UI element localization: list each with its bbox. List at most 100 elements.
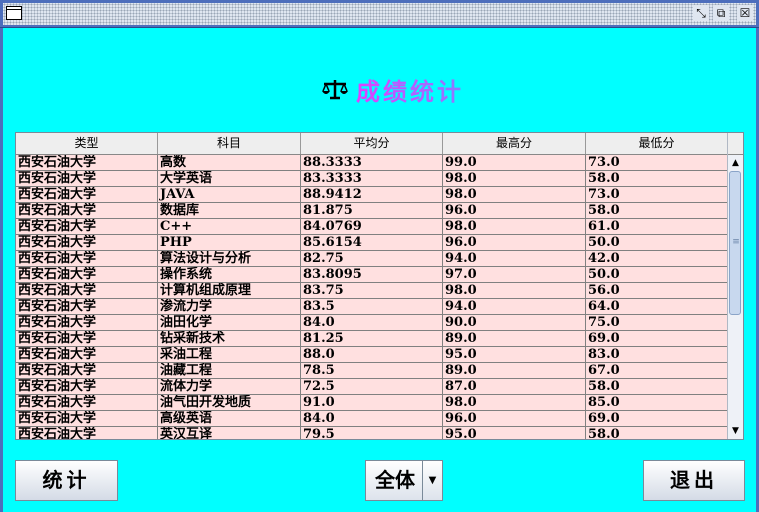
page-title-text: 成绩统计 [356, 72, 464, 107]
table-header: 类型 科目 平均分 最高分 最低分 [16, 133, 728, 155]
stats-button[interactable]: 统计 [15, 460, 118, 501]
column-header-subject[interactable]: 科目 [158, 133, 301, 154]
cell-subject: 高级英语 [158, 411, 301, 426]
cell-max: 99.0 [443, 155, 586, 170]
cell-subject: 操作系统 [158, 267, 301, 282]
cell-average: 83.75 [301, 283, 443, 298]
exit-button[interactable]: 退出 [643, 460, 745, 501]
table-row[interactable]: 西安石油大学 英汉互译 79.5 95.0 58.0 [16, 427, 728, 439]
cell-min: 83.0 [586, 347, 728, 362]
table-row[interactable]: 西安石油大学 C++ 84.0769 98.0 61.0 [16, 219, 728, 235]
scroll-up-icon[interactable]: ▲ [728, 155, 743, 171]
cell-subject: 钻采新技术 [158, 331, 301, 346]
cell-average: 91.0 [301, 395, 443, 410]
table-row[interactable]: 西安石油大学 高级英语 84.0 96.0 69.0 [16, 411, 728, 427]
cell-average: 84.0 [301, 411, 443, 426]
cell-average: 88.0 [301, 347, 443, 362]
cell-average: 83.5 [301, 299, 443, 314]
cell-average: 78.5 [301, 363, 443, 378]
cell-max: 89.0 [443, 363, 586, 378]
cell-type: 西安石油大学 [16, 411, 158, 426]
table-row[interactable]: 西安石油大学 渗流力学 83.5 94.0 64.0 [16, 299, 728, 315]
window-titlebar[interactable]: ⤡ ⧉ ☒ [0, 0, 759, 28]
cell-min: 64.0 [586, 299, 728, 314]
cell-type: 西安石油大学 [16, 203, 158, 218]
cell-average: 85.6154 [301, 235, 443, 250]
cell-min: 42.0 [586, 251, 728, 266]
cell-type: 西安石油大学 [16, 299, 158, 314]
table-row[interactable]: 西安石油大学 采油工程 88.0 95.0 83.0 [16, 347, 728, 363]
cell-max: 95.0 [443, 347, 586, 362]
cell-average: 83.3333 [301, 171, 443, 186]
cell-type: 西安石油大学 [16, 347, 158, 362]
cell-min: 58.0 [586, 379, 728, 394]
cell-subject: 油藏工程 [158, 363, 301, 378]
table-row[interactable]: 西安石油大学 大学英语 83.3333 98.0 58.0 [16, 171, 728, 187]
cell-max: 96.0 [443, 235, 586, 250]
cell-type: 西安石油大学 [16, 267, 158, 282]
cell-type: 西安石油大学 [16, 427, 158, 439]
cell-min: 67.0 [586, 363, 728, 378]
cell-min: 58.0 [586, 203, 728, 218]
close-icon[interactable]: ☒ [737, 5, 753, 21]
table-row[interactable]: 西安石油大学 操作系统 83.8095 97.0 50.0 [16, 267, 728, 283]
table-row[interactable]: 西安石油大学 油田化学 84.0 90.0 75.0 [16, 315, 728, 331]
cell-min: 56.0 [586, 283, 728, 298]
column-header-max[interactable]: 最高分 [443, 133, 586, 154]
cell-average: 79.5 [301, 427, 443, 439]
scrollbar-thumb[interactable]: ≡ [729, 171, 741, 315]
column-header-min[interactable]: 最低分 [586, 133, 728, 154]
cell-average: 84.0 [301, 315, 443, 330]
cell-subject: 英汉互译 [158, 427, 301, 439]
minimize-icon[interactable]: ⤡ [693, 5, 709, 21]
scale-icon [322, 80, 348, 100]
cell-min: 69.0 [586, 411, 728, 426]
cell-average: 88.9412 [301, 187, 443, 202]
scroll-down-icon[interactable]: ▼ [728, 423, 743, 439]
cell-max: 94.0 [443, 251, 586, 266]
column-header-type[interactable]: 类型 [16, 133, 158, 154]
table-row[interactable]: 西安石油大学 JAVA 88.9412 98.0 73.0 [16, 187, 728, 203]
window-icon[interactable] [6, 6, 22, 20]
cell-subject: 高数 [158, 155, 301, 170]
table-row[interactable]: 西安石油大学 PHP 85.6154 96.0 50.0 [16, 235, 728, 251]
table-row[interactable]: 西安石油大学 计算机组成原理 83.75 98.0 56.0 [16, 283, 728, 299]
table-row[interactable]: 西安石油大学 钻采新技术 81.25 89.0 69.0 [16, 331, 728, 347]
cell-type: 西安石油大学 [16, 235, 158, 250]
cell-subject: C++ [158, 219, 301, 234]
maximize-icon[interactable]: ⧉ [713, 5, 729, 21]
scrollbar-corner [728, 133, 743, 155]
cell-type: 西安石油大学 [16, 283, 158, 298]
cell-max: 97.0 [443, 267, 586, 282]
table-row[interactable]: 西安石油大学 高数 88.3333 99.0 73.0 [16, 155, 728, 171]
cell-subject: 油气田开发地质 [158, 395, 301, 410]
table-row[interactable]: 西安石油大学 油藏工程 78.5 89.0 67.0 [16, 363, 728, 379]
table-body: 西安石油大学 高数 88.3333 99.0 73.0 西安石油大学 大学英语 83.3333… [16, 155, 728, 439]
scope-select[interactable]: 全体 ▼ [365, 460, 443, 501]
vertical-scrollbar[interactable]: ▲ ≡ ▼ [727, 133, 743, 439]
table-row[interactable]: 西安石油大学 流体力学 72.5 87.0 58.0 [16, 379, 728, 395]
cell-min: 50.0 [586, 235, 728, 250]
scores-table[interactable]: 类型 科目 平均分 最高分 最低分 西安石油大学 高数 88.3333 99.0 73.… [15, 132, 744, 440]
cell-max: 90.0 [443, 315, 586, 330]
cell-min: 58.0 [586, 427, 728, 439]
cell-subject: 数据库 [158, 203, 301, 218]
titlebar-pattern [3, 3, 756, 25]
grip-icon: ≡ [732, 237, 740, 247]
table-row[interactable]: 西安石油大学 油气田开发地质 91.0 98.0 85.0 [16, 395, 728, 411]
cell-max: 98.0 [443, 187, 586, 202]
cell-average: 81.25 [301, 331, 443, 346]
cell-max: 98.0 [443, 219, 586, 234]
table-row[interactable]: 西安石油大学 算法设计与分析 82.75 94.0 42.0 [16, 251, 728, 267]
cell-average: 72.5 [301, 379, 443, 394]
cell-type: 西安石油大学 [16, 187, 158, 202]
cell-min: 73.0 [586, 187, 728, 202]
table-row[interactable]: 西安石油大学 数据库 81.875 96.0 58.0 [16, 203, 728, 219]
chevron-down-icon[interactable]: ▼ [422, 461, 442, 500]
cell-min: 85.0 [586, 395, 728, 410]
cell-type: 西安石油大学 [16, 219, 158, 234]
cell-subject: PHP [158, 235, 301, 250]
column-header-average[interactable]: 平均分 [301, 133, 443, 154]
cell-max: 96.0 [443, 411, 586, 426]
cell-type: 西安石油大学 [16, 395, 158, 410]
